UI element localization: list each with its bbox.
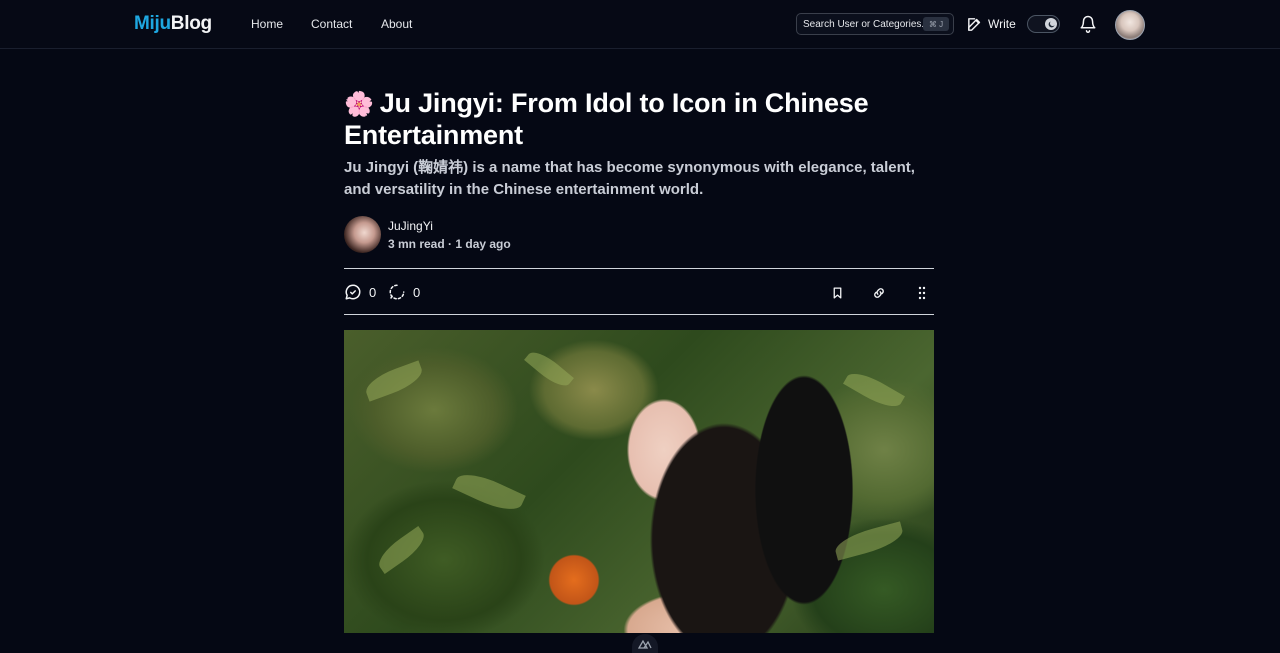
logo-part-miju: Miju (134, 13, 171, 34)
search-input[interactable]: Search User or Categories... ⌘ J (796, 13, 954, 35)
bookmark-icon[interactable] (831, 286, 844, 300)
comments-count: 0 (369, 284, 377, 300)
article-actions: 0 0 (344, 283, 934, 303)
search-shortcut-badge: ⌘ J (923, 17, 949, 31)
user-avatar[interactable] (1115, 10, 1145, 40)
theme-toggle[interactable] (1027, 15, 1060, 33)
article-meta: 3 mn read · 1 day ago (388, 237, 511, 251)
author-name[interactable]: JuJingYi (388, 219, 433, 233)
author-avatar[interactable] (344, 216, 381, 253)
article-subtitle: Ju Jingyi (鞠婧祎) is a name that has becom… (344, 159, 915, 198)
divider-bottom (344, 314, 934, 315)
write-label: Write (988, 17, 1016, 31)
title-flower-emoji: 🌸 (344, 91, 374, 118)
bell-icon[interactable] (1079, 15, 1097, 33)
reposts-count: 0 (413, 284, 421, 300)
top-navbar: MijuBlog Home Contact About Search User … (0, 0, 1280, 49)
nav-link-about[interactable]: About (381, 17, 412, 31)
comment-icon (345, 284, 361, 300)
article-hero-image (344, 330, 934, 633)
site-logo[interactable]: MijuBlog (134, 13, 212, 35)
edit-icon (968, 17, 981, 31)
article-title-text: Ju Jingyi: From Idol to Icon in Chinese … (344, 88, 869, 150)
framework-badge-icon[interactable] (632, 634, 658, 653)
search-placeholder: Search User or Categories... (803, 18, 923, 30)
nav-link-home[interactable]: Home (251, 17, 283, 31)
reposts-button[interactable]: 0 (388, 283, 420, 301)
more-icon[interactable] (917, 286, 927, 300)
comments-button[interactable]: 0 (344, 283, 376, 301)
divider-top (344, 268, 934, 269)
theme-toggle-moon-icon (1045, 18, 1057, 30)
nav-link-contact[interactable]: Contact (311, 17, 352, 31)
author-block: JuJingYi 3 mn read · 1 day ago (344, 216, 644, 254)
link-icon[interactable] (872, 286, 886, 300)
article-header: 🌸 Ju Jingyi: From Idol to Icon in Chinese… (344, 88, 934, 315)
logo-part-blog: Blog (170, 13, 212, 34)
write-button[interactable]: Write (966, 14, 1016, 34)
repost-icon (389, 284, 405, 300)
article-title: 🌸 Ju Jingyi: From Idol to Icon in Chinese… (344, 88, 934, 150)
